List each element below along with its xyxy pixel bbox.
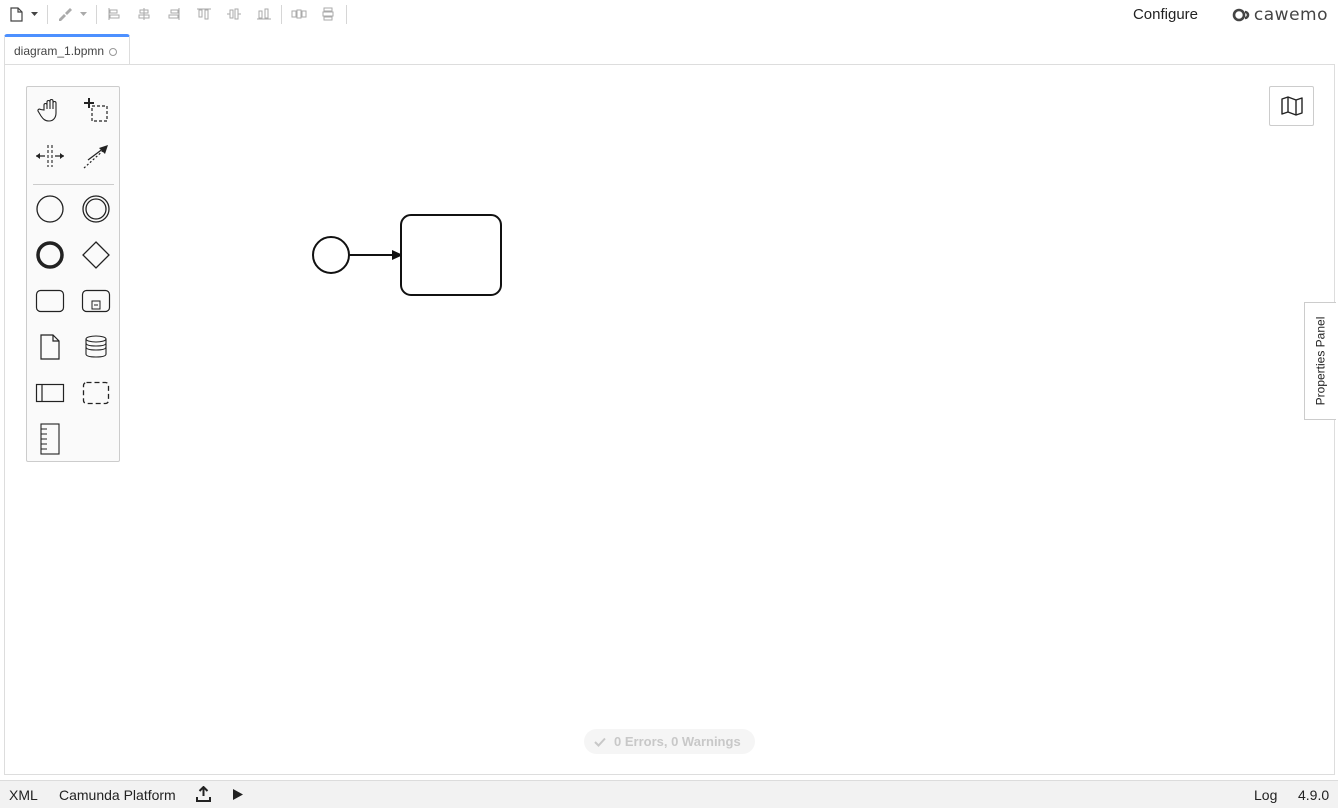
gateway-icon[interactable] [73,232,119,278]
properties-panel-label: Properties Panel [1313,316,1328,406]
space-tool-icon[interactable] [27,133,73,179]
tool-palette [26,86,120,462]
start-event-shape[interactable] [312,236,350,274]
toolbar-divider [346,5,347,24]
start-instance-icon[interactable] [232,788,244,804]
cawemo-logo-icon [1232,8,1250,22]
version-label: 4.9.0 [1298,787,1330,803]
cawemo-logo[interactable]: cawemo [1232,5,1328,25]
lasso-tool-icon[interactable] [73,87,119,133]
top-toolbar: Configure cawemo [0,0,1338,30]
text-annotation-icon[interactable] [27,416,73,462]
global-connect-tool-icon[interactable] [73,133,119,179]
lint-status-badge[interactable]: 0 Errors, 0 Warnings [584,729,755,754]
xml-view-button[interactable]: XML [9,787,38,803]
log-button[interactable]: Log [1254,787,1277,803]
toolbar-divider [47,5,48,24]
subprocess-icon[interactable] [73,278,119,324]
hand-tool-icon[interactable] [27,87,73,133]
distribute-vertical-icon[interactable] [320,5,338,23]
toolbar-divider [96,5,97,24]
minimap-toggle-button[interactable] [1269,86,1314,126]
execution-platform-button[interactable]: Camunda Platform [59,787,176,803]
configure-link[interactable]: Configure [1133,6,1198,23]
new-file-dropdown-caret-icon[interactable] [29,5,39,23]
participant-pool-icon[interactable] [27,370,73,416]
unsaved-indicator-icon[interactable] [109,47,118,56]
bpmn-diagram [312,214,502,296]
palette-divider [33,184,114,185]
check-icon [594,737,606,747]
map-icon [1280,96,1303,116]
align-top-icon[interactable] [195,5,213,23]
align-center-icon[interactable] [136,5,152,23]
start-event-icon[interactable] [27,186,73,232]
deploy-icon[interactable] [196,785,211,805]
sequence-flow[interactable] [349,250,403,260]
properties-panel-toggle[interactable]: Properties Panel [1304,302,1336,420]
cawemo-wordmark: cawemo [1253,5,1328,25]
tab-diagram-1[interactable]: diagram_1.bpmn [4,34,130,65]
align-left-icon[interactable] [106,5,122,23]
status-bar: XML Camunda Platform Log 4.9.0 [0,780,1338,808]
color-dropdown-caret-icon[interactable] [78,5,88,23]
color-brush-icon[interactable] [56,5,74,23]
intermediate-event-icon[interactable] [73,186,119,232]
tab-bar: diagram_1.bpmn [0,34,1338,65]
align-middle-icon[interactable] [225,5,243,23]
task-shape[interactable] [400,214,502,296]
toolbar-divider [281,5,282,24]
lint-status-text: 0 Errors, 0 Warnings [614,734,741,749]
group-icon[interactable] [73,370,119,416]
new-file-icon[interactable] [8,5,24,23]
diagram-canvas[interactable]: Properties Panel 0 Errors, 0 Warnings [4,64,1336,775]
tab-label: diagram_1.bpmn [14,44,105,58]
end-event-icon[interactable] [27,232,73,278]
align-bottom-icon[interactable] [255,5,273,23]
align-right-icon[interactable] [166,5,182,23]
distribute-horizontal-icon[interactable] [290,5,308,23]
data-object-icon[interactable] [27,324,73,370]
data-store-icon[interactable] [73,324,119,370]
task-icon[interactable] [27,278,73,324]
